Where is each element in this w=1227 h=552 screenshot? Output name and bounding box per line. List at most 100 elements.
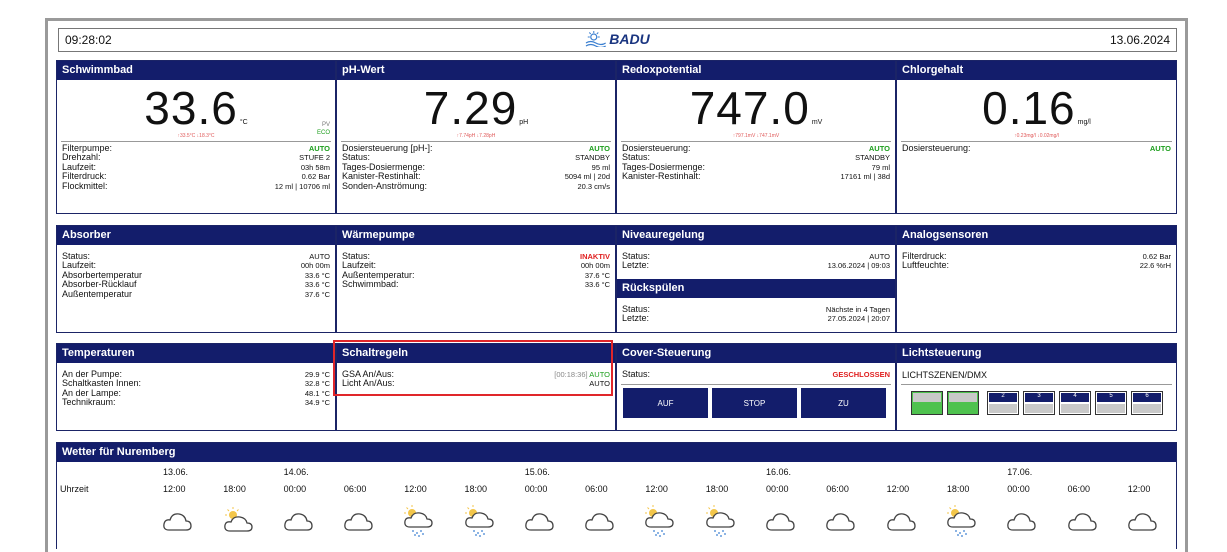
row-value: STANDBY (855, 153, 890, 163)
forecast-time: 06:00 (826, 484, 849, 494)
forecast-time: 00:00 (766, 484, 789, 494)
panel-ph[interactable]: pH-Wert 7.29 pH ↑7.74pH ↓7.28pH Dosierste… (336, 60, 616, 214)
sun-rain-icon (462, 504, 496, 538)
light-scene-button[interactable] (911, 391, 943, 415)
status-list-rueckspuelen: Status: Nächste in 4 Tagen Letzte: 27.05.20… (622, 304, 890, 324)
status-list: Status: AUTO Letzte: 13.06.2024 | 09:03 (622, 251, 890, 271)
forecast-time: 12:00 (1127, 484, 1151, 494)
cover-open-button[interactable]: AUF (623, 388, 708, 418)
cloud-icon (160, 504, 194, 538)
current-date: 13.06.2024 (1109, 33, 1170, 47)
row-value: 33.6 °C (304, 270, 330, 280)
row-label: Flockmittel: (62, 180, 108, 191)
divider (621, 384, 891, 385)
status-row: Dosiersteuerung: AUTO (622, 143, 890, 153)
panel-title: Analogsensoren (897, 226, 1176, 245)
status-list: Dosiersteuerung: AUTO (902, 143, 1171, 153)
row-value: 00h 00m (300, 261, 330, 271)
panel-chlor[interactable]: Chlorgehalt 0.16 mg/l ↑0.23mg/l ↓0.02mg/l… (896, 60, 1177, 214)
row-label: Sonden-Anströmung: (342, 180, 428, 191)
panel-absorber[interactable]: Absorber Status: AUTO Laufzeit: 00h 00m Abso… (56, 225, 336, 333)
row-value: AUTO (588, 144, 610, 153)
brand-logo: BADU (585, 31, 650, 47)
status-row: Sonden-Anströmung: 20.3 cm/s (342, 180, 610, 191)
cover-stop-button[interactable]: STOP (712, 388, 797, 418)
time-label: Uhrzeit (60, 484, 89, 494)
light-scene-button[interactable] (947, 391, 979, 415)
highlight-box (333, 340, 613, 396)
forecast-date: 15.06. (524, 467, 550, 477)
forecast-time: 00:00 (283, 484, 307, 494)
row-value: STANDBY (575, 153, 610, 163)
status-list: Status: AUTO Laufzeit: 00h 00m Absorbertempe… (62, 251, 330, 299)
row-value: 27.05.2024 | 20:07 (827, 314, 890, 324)
cloud-icon (823, 504, 857, 538)
forecast-date: 17.06. (1007, 467, 1033, 477)
status-row: Status: AUTO (622, 251, 890, 261)
row-value: AUTO (308, 144, 330, 153)
panel-licht[interactable]: Lichtsteuerung LICHTSZENEN/DMX (896, 343, 1177, 431)
row-value: AUTO (1149, 144, 1171, 153)
panel-title: Chlorgehalt (897, 61, 1176, 80)
cloud-icon (1065, 504, 1099, 538)
row-label: Technikraum: (62, 397, 116, 408)
panel-schwimmbad[interactable]: Schwimmbad 33.6 °C ↑33.5°C ↓18.3°C PV ECO … (56, 60, 336, 214)
main-value: 747.0 mV (689, 82, 823, 134)
panel-analog[interactable]: Analogsensoren Filterdruck: 0.62 Bar Luftf… (896, 225, 1177, 333)
light-scene-button[interactable]: 4 (1059, 391, 1091, 415)
row-value: AUTO (869, 252, 890, 261)
cloud-icon (582, 504, 616, 538)
brand-name: BADU (609, 31, 650, 47)
panel-redox[interactable]: Redoxpotential 747.0 mV ↑797.1mV ↓747.1mV… (616, 60, 896, 214)
cover-status: Status: GESCHLOSSEN (622, 369, 890, 379)
cloud-icon (884, 504, 918, 538)
divider (341, 141, 611, 142)
forecast-time: 18:00 (946, 484, 970, 494)
row-value: 37.6 °C (584, 270, 610, 280)
main-value: 0.16 mg/l (982, 82, 1091, 134)
panel-title: pH-Wert (337, 61, 615, 80)
light-scene-button[interactable]: 6 (1131, 391, 1163, 415)
forecast-time: 18:00 (223, 484, 246, 494)
forecast-time: 06:00 (1067, 484, 1091, 494)
light-scene-button[interactable]: 5 (1095, 391, 1127, 415)
cloud-icon (341, 504, 375, 538)
row-value: 22.6 %rH (1139, 261, 1171, 271)
row-value: 95 ml (591, 162, 610, 172)
panel-title: Wetter für Nuremberg (57, 443, 1176, 462)
row-value: 20.3 cm/s (577, 181, 610, 191)
light-scene-button[interactable]: 3 (1023, 391, 1055, 415)
status-row: Außentemperatur 37.6 °C (62, 289, 330, 299)
forecast-time: 18:00 (464, 484, 488, 494)
light-scene-button[interactable]: 2 (987, 391, 1019, 415)
panel-niveau[interactable]: Niveauregelung Status: AUTO Letzte: 13.06.2… (616, 225, 896, 333)
panel-waermepumpe[interactable]: Wärmepumpe Status: INAKTIV Laufzeit: 00h 00… (336, 225, 616, 333)
row-value: STUFE 2 (299, 153, 330, 163)
row-label: Schwimmbad: (342, 279, 399, 290)
status-row: Luftfeuchte: 22.6 %rH (902, 260, 1171, 271)
status-row: Letzte: 13.06.2024 | 09:03 (622, 260, 890, 271)
row-value: 13.06.2024 | 09:03 (827, 261, 890, 271)
row-value: INAKTIV (580, 252, 610, 261)
panel-title: Redoxpotential (617, 61, 895, 80)
subpanel-title-rueckspuelen: Rückspülen (617, 279, 895, 298)
cover-close-button[interactable]: ZU (801, 388, 886, 418)
panel-temperaturen[interactable]: Temperaturen An der Pumpe: 29.9 °C Schaltk… (56, 343, 336, 431)
row-value: 17161 ml | 38d (840, 172, 890, 182)
cloud-icon (1125, 504, 1159, 538)
row-value: 33.6 °C (584, 280, 610, 290)
status-list: Dosiersteuerung [pH-]: AUTO Status: STANDBY… (342, 143, 610, 191)
panel-title: Cover-Steuerung (617, 344, 895, 363)
row-label: Letzte: (622, 260, 650, 271)
status-list: Filterdruck: 0.62 Bar Luftfeuchte: 22.6 %rH (902, 251, 1171, 271)
row-value: AUTO (868, 144, 890, 153)
mode-indicator: PV ECO (316, 122, 330, 136)
status-row: Flockmittel: 12 ml | 10706 ml (62, 180, 330, 191)
status-row: Kanister-Restinhalt: 17161 ml | 38d (622, 171, 890, 182)
light-subtitle: LICHTSZENEN/DMX (902, 370, 988, 380)
scene-number: 5 (1109, 393, 1113, 399)
main-value: 33.6 °C (144, 82, 248, 134)
forecast-time: 12:00 (163, 484, 186, 494)
panel-title: Wärmepumpe (337, 226, 615, 245)
status-row: Filterpumpe: AUTO (62, 143, 330, 153)
